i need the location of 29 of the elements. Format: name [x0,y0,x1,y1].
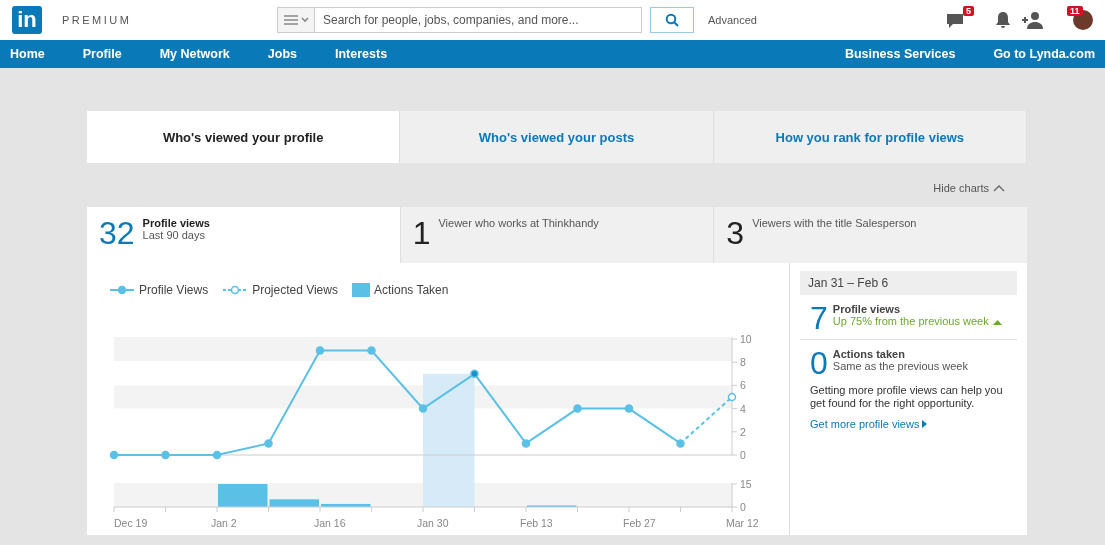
axis-label: Feb 13 [520,517,553,529]
axis-label: 0 [740,501,746,513]
axis-label: Dec 19 [114,517,148,529]
stat-title: Actions taken [832,348,906,360]
axis-label: 4 [740,402,746,415]
axis-label: Mar 12 [726,517,759,529]
axis-label: Feb 27 [623,517,656,529]
stat-note: Same as the previous week [832,360,968,372]
axis-label: 15 [740,478,752,490]
legend-item: Projected Views [222,281,338,299]
axis-label: 0 [740,449,746,461]
legend-item: Actions Taken [351,281,449,299]
date-range: Jan 31 – Feb 6 [800,271,1017,295]
axis-label: Jan 2 [211,517,237,529]
axis-label: Jan 30 [417,517,449,529]
brand-label: PREMIUM [62,14,133,26]
tip-text: Getting more profile views can help you get found for the right opportunity. [810,384,1004,410]
axis-label: 6 [740,379,746,392]
axis-label: 8 [740,356,746,369]
axis-label: Jan 16 [314,517,346,529]
legend-item: Profile Views [109,281,209,299]
stat-number: 0 [810,348,828,378]
notification-badge: 11 [1067,6,1083,16]
stat-title: Profile views [832,303,902,315]
notification-badge: 5 [963,6,974,16]
axis-label: 2 [740,425,746,438]
axis-label: 10 [740,333,752,345]
stat-number: 7 [810,303,828,333]
stat-note: Up 75% from the previous week [832,315,1002,327]
